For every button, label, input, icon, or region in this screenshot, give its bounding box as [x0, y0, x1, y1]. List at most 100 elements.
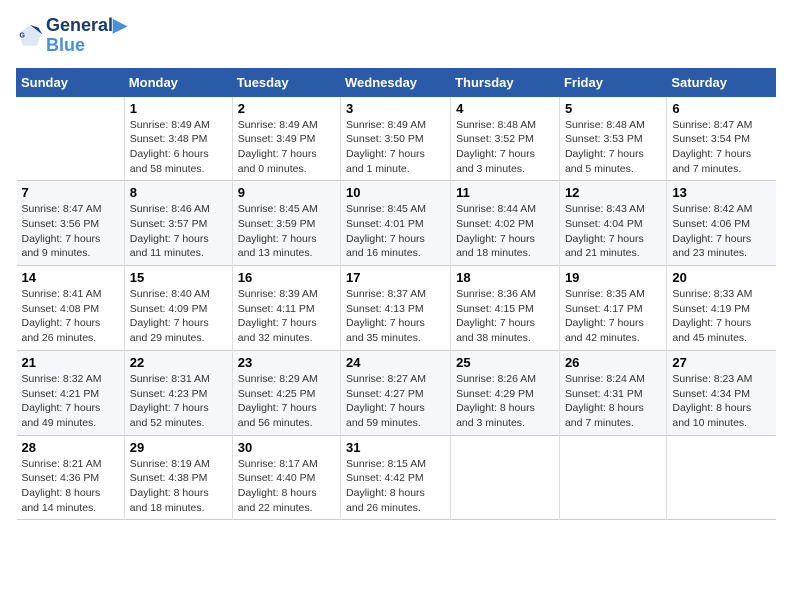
calendar-cell: 25 Sunrise: 8:26 AM Sunset: 4:29 PM Dayli… — [451, 350, 560, 435]
week-row-4: 21Sunrise: 8:32 AM Sunset: 4:21 PM Dayli… — [17, 350, 776, 435]
day-number: 14 — [22, 270, 119, 285]
calendar-cell: 23 Sunrise: 8:29 AM Sunset: 4:25 PM Dayli… — [232, 350, 340, 435]
calendar-cell: 29Sunrise: 8:19 AM Sunset: 4:38 PM Dayli… — [124, 435, 232, 520]
day-number: 8 — [130, 185, 227, 200]
weekday-header-saturday: Saturday — [667, 68, 776, 96]
day-details: Sunrise: 8:40 AM Sunset: 4:09 PM Dayligh… — [130, 287, 227, 346]
day-details: Sunrise: 8:46 AM Sunset: 3:57 PM Dayligh… — [130, 202, 227, 261]
day-details: Sunrise: 8:49 AM Sunset: 3:49 PM Dayligh… — [238, 118, 335, 177]
day-number: 13 — [672, 185, 770, 200]
calendar-cell: 19 Sunrise: 8:35 AM Sunset: 4:17 PM Dayli… — [559, 266, 666, 351]
week-row-1: 1 Sunrise: 8:49 AM Sunset: 3:48 PM Daylig… — [17, 96, 776, 181]
week-row-3: 14 Sunrise: 8:41 AM Sunset: 4:08 PM Dayli… — [17, 266, 776, 351]
day-number: 17 — [346, 270, 445, 285]
day-details: Sunrise: 8:47 AM Sunset: 3:54 PM Dayligh… — [672, 118, 770, 177]
calendar-body: 1 Sunrise: 8:49 AM Sunset: 3:48 PM Daylig… — [17, 96, 776, 520]
weekday-header-wednesday: Wednesday — [341, 68, 451, 96]
logo-icon: G — [16, 22, 44, 50]
day-details: Sunrise: 8:27 AM Sunset: 4:27 PM Dayligh… — [346, 372, 445, 431]
logo: G General▶Blue — [16, 16, 127, 56]
day-number: 9 — [238, 185, 335, 200]
day-details: Sunrise: 8:33 AM Sunset: 4:19 PM Dayligh… — [672, 287, 770, 346]
day-number: 2 — [238, 101, 335, 116]
calendar-cell: 24 Sunrise: 8:27 AM Sunset: 4:27 PM Dayli… — [341, 350, 451, 435]
day-number: 6 — [672, 101, 770, 116]
weekday-header-monday: Monday — [124, 68, 232, 96]
day-number: 19 — [565, 270, 661, 285]
calendar-cell: 11 Sunrise: 8:44 AM Sunset: 4:02 PM Dayli… — [451, 181, 560, 266]
day-details: Sunrise: 8:15 AM Sunset: 4:42 PM Dayligh… — [346, 457, 445, 516]
calendar-cell — [667, 435, 776, 520]
calendar-cell: 17Sunrise: 8:37 AM Sunset: 4:13 PM Dayli… — [341, 266, 451, 351]
day-number: 5 — [565, 101, 661, 116]
calendar-cell — [451, 435, 560, 520]
day-number: 24 — [346, 355, 445, 370]
day-number: 25 — [456, 355, 554, 370]
calendar-cell: 12 Sunrise: 8:43 AM Sunset: 4:04 PM Dayli… — [559, 181, 666, 266]
day-number: 3 — [346, 101, 445, 116]
day-details: Sunrise: 8:45 AM Sunset: 4:01 PM Dayligh… — [346, 202, 445, 261]
calendar-cell — [17, 96, 125, 181]
calendar-cell: 20Sunrise: 8:33 AM Sunset: 4:19 PM Dayli… — [667, 266, 776, 351]
day-details: Sunrise: 8:49 AM Sunset: 3:50 PM Dayligh… — [346, 118, 445, 177]
day-details: Sunrise: 8:17 AM Sunset: 4:40 PM Dayligh… — [238, 457, 335, 516]
day-details: Sunrise: 8:26 AM Sunset: 4:29 PM Dayligh… — [456, 372, 554, 431]
calendar-cell: 28 Sunrise: 8:21 AM Sunset: 4:36 PM Dayli… — [17, 435, 125, 520]
calendar-cell: 14 Sunrise: 8:41 AM Sunset: 4:08 PM Dayli… — [17, 266, 125, 351]
calendar-cell: 18 Sunrise: 8:36 AM Sunset: 4:15 PM Dayli… — [451, 266, 560, 351]
day-details: Sunrise: 8:36 AM Sunset: 4:15 PM Dayligh… — [456, 287, 554, 346]
day-details: Sunrise: 8:45 AM Sunset: 3:59 PM Dayligh… — [238, 202, 335, 261]
day-details: Sunrise: 8:43 AM Sunset: 4:04 PM Dayligh… — [565, 202, 661, 261]
day-number: 29 — [130, 440, 227, 455]
calendar-cell: 4Sunrise: 8:48 AM Sunset: 3:52 PM Daylig… — [451, 96, 560, 181]
weekday-header-tuesday: Tuesday — [232, 68, 340, 96]
calendar-cell: 5 Sunrise: 8:48 AM Sunset: 3:53 PM Daylig… — [559, 96, 666, 181]
calendar-cell: 22Sunrise: 8:31 AM Sunset: 4:23 PM Dayli… — [124, 350, 232, 435]
day-details: Sunrise: 8:31 AM Sunset: 4:23 PM Dayligh… — [130, 372, 227, 431]
calendar-cell: 16 Sunrise: 8:39 AM Sunset: 4:11 PM Dayli… — [232, 266, 340, 351]
svg-text:G: G — [20, 32, 26, 39]
day-number: 10 — [346, 185, 445, 200]
calendar-cell: 30Sunrise: 8:17 AM Sunset: 4:40 PM Dayli… — [232, 435, 340, 520]
calendar-table: SundayMondayTuesdayWednesdayThursdayFrid… — [16, 68, 776, 521]
day-details: Sunrise: 8:21 AM Sunset: 4:36 PM Dayligh… — [22, 457, 119, 516]
day-details: Sunrise: 8:35 AM Sunset: 4:17 PM Dayligh… — [565, 287, 661, 346]
calendar-cell — [559, 435, 666, 520]
calendar-cell: 9 Sunrise: 8:45 AM Sunset: 3:59 PM Daylig… — [232, 181, 340, 266]
day-details: Sunrise: 8:39 AM Sunset: 4:11 PM Dayligh… — [238, 287, 335, 346]
day-details: Sunrise: 8:44 AM Sunset: 4:02 PM Dayligh… — [456, 202, 554, 261]
day-details: Sunrise: 8:49 AM Sunset: 3:48 PM Dayligh… — [130, 118, 227, 177]
day-details: Sunrise: 8:48 AM Sunset: 3:53 PM Dayligh… — [565, 118, 661, 177]
calendar-cell: 1 Sunrise: 8:49 AM Sunset: 3:48 PM Daylig… — [124, 96, 232, 181]
day-number: 15 — [130, 270, 227, 285]
day-details: Sunrise: 8:29 AM Sunset: 4:25 PM Dayligh… — [238, 372, 335, 431]
day-details: Sunrise: 8:32 AM Sunset: 4:21 PM Dayligh… — [22, 372, 119, 431]
day-details: Sunrise: 8:41 AM Sunset: 4:08 PM Dayligh… — [22, 287, 119, 346]
day-number: 1 — [130, 101, 227, 116]
calendar-cell: 8 Sunrise: 8:46 AM Sunset: 3:57 PM Daylig… — [124, 181, 232, 266]
day-number: 16 — [238, 270, 335, 285]
day-number: 27 — [672, 355, 770, 370]
calendar-cell: 31Sunrise: 8:15 AM Sunset: 4:42 PM Dayli… — [341, 435, 451, 520]
day-details: Sunrise: 8:48 AM Sunset: 3:52 PM Dayligh… — [456, 118, 554, 177]
weekday-header-row: SundayMondayTuesdayWednesdayThursdayFrid… — [17, 68, 776, 96]
weekday-header-friday: Friday — [559, 68, 666, 96]
day-number: 23 — [238, 355, 335, 370]
day-number: 26 — [565, 355, 661, 370]
day-number: 18 — [456, 270, 554, 285]
calendar-cell: 6 Sunrise: 8:47 AM Sunset: 3:54 PM Daylig… — [667, 96, 776, 181]
day-number: 7 — [22, 185, 119, 200]
page-header: G General▶Blue — [16, 16, 776, 56]
day-number: 12 — [565, 185, 661, 200]
logo-text: General▶Blue — [46, 16, 127, 56]
calendar-cell: 27Sunrise: 8:23 AM Sunset: 4:34 PM Dayli… — [667, 350, 776, 435]
calendar-cell: 13Sunrise: 8:42 AM Sunset: 4:06 PM Dayli… — [667, 181, 776, 266]
day-number: 11 — [456, 185, 554, 200]
day-number: 28 — [22, 440, 119, 455]
week-row-5: 28 Sunrise: 8:21 AM Sunset: 4:36 PM Dayli… — [17, 435, 776, 520]
week-row-2: 7Sunrise: 8:47 AM Sunset: 3:56 PM Daylig… — [17, 181, 776, 266]
day-details: Sunrise: 8:24 AM Sunset: 4:31 PM Dayligh… — [565, 372, 661, 431]
calendar-cell: 26 Sunrise: 8:24 AM Sunset: 4:31 PM Dayli… — [559, 350, 666, 435]
weekday-header-thursday: Thursday — [451, 68, 560, 96]
calendar-cell: 3 Sunrise: 8:49 AM Sunset: 3:50 PM Daylig… — [341, 96, 451, 181]
